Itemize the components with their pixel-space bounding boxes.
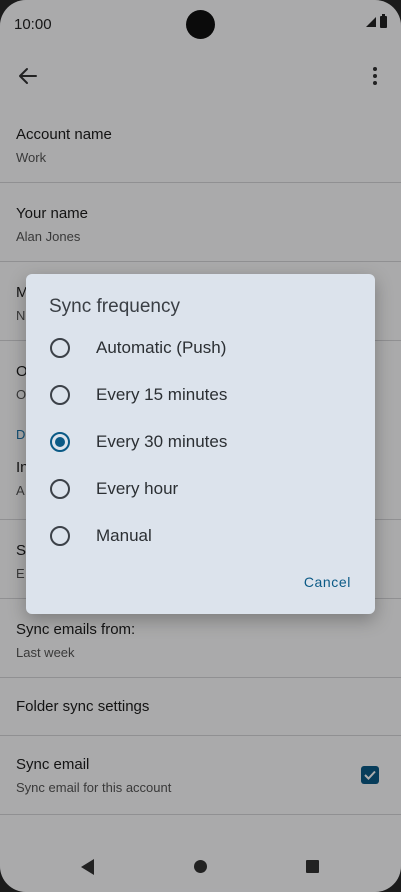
option-label: Every 30 minutes — [96, 432, 228, 451]
radio-button[interactable] — [50, 385, 70, 405]
option-label: Every 15 minutes — [96, 385, 228, 404]
option-label: Every hour — [96, 479, 179, 498]
option-automatic-push[interactable]: Automatic (Push) — [26, 328, 375, 368]
option-label: Automatic (Push) — [96, 338, 227, 357]
radio-button[interactable] — [50, 526, 70, 546]
option-every-15-minutes[interactable]: Every 15 minutes — [26, 375, 375, 415]
option-every-hour[interactable]: Every hour — [26, 469, 375, 509]
option-manual[interactable]: Manual — [26, 516, 375, 556]
radio-button-selected[interactable] — [50, 432, 70, 452]
option-every-30-minutes[interactable]: Every 30 minutes — [26, 422, 375, 462]
dialog-title: Sync frequency — [49, 296, 180, 317]
phone-screen: 10:00 Account name Work Your name Alan J… — [0, 0, 401, 892]
radio-button[interactable] — [50, 479, 70, 499]
radio-button[interactable] — [50, 338, 70, 358]
cancel-button[interactable]: Cancel — [304, 574, 351, 590]
sync-frequency-dialog: Sync frequency Automatic (Push) Every 15… — [26, 274, 375, 614]
option-label: Manual — [96, 526, 152, 545]
